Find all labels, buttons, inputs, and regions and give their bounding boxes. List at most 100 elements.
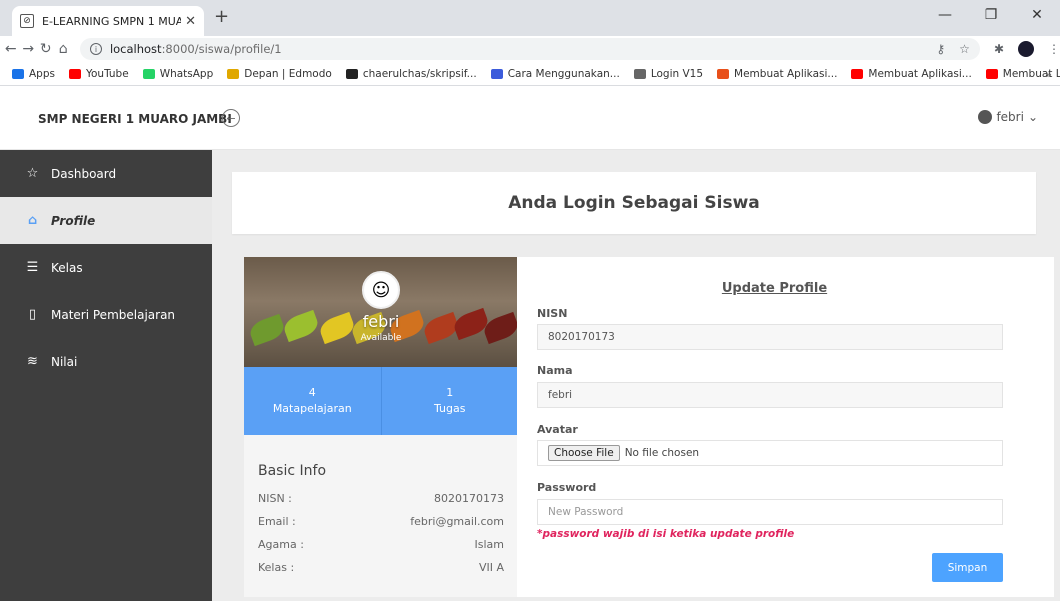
bookmark-label: Membuat Aplikasi... <box>868 67 972 80</box>
info-row-nisn: NISN : 8020170173 <box>258 487 504 510</box>
url-path: :8000/siswa/profile/1 <box>161 42 282 56</box>
bookmark-item[interactable]: chaerulchas/skripsif... <box>345 67 477 80</box>
bookmark-item[interactable]: Apps <box>12 68 55 80</box>
window-controls: — ❐ ✕ <box>922 0 1060 30</box>
sidebar-item-dashboard[interactable]: ☆ Dashboard <box>0 150 212 197</box>
basic-info-title: Basic Info <box>258 463 327 479</box>
bookmark-favicon-icon <box>12 68 24 79</box>
back-arrow-icon[interactable]: ← <box>4 41 17 57</box>
bookmark-favicon-icon <box>633 68 646 79</box>
profile-cover-image: ☺ febri Available <box>244 257 518 367</box>
info-row-email: Email : febri@gmail.com <box>258 510 504 533</box>
save-button[interactable]: Simpan <box>932 553 1003 582</box>
stat-value: 1 <box>446 385 454 399</box>
bookmark-label: Apps <box>29 67 55 80</box>
menu-kebab-icon[interactable]: ⋮ <box>1048 42 1060 56</box>
sidebar-item-profile[interactable]: ⌂ Profile <box>0 197 212 244</box>
home-icon[interactable]: ⌂ <box>56 41 69 57</box>
bookmark-favicon-icon <box>985 68 998 79</box>
browser-tab-strip: ⊘ E-LEARNING SMPN 1 MUARO JA ✕ + — ❐ ✕ <box>0 0 1060 36</box>
profile-stats: 4 Matapelajaran 1 Tugas <box>244 367 518 435</box>
sidebar-toggle-back-icon[interactable]: ← <box>222 109 240 127</box>
info-key: NISN : <box>258 492 292 505</box>
info-key: Email : <box>258 515 296 528</box>
bookmark-item[interactable]: WhatsApp <box>142 67 214 80</box>
bookmark-label: chaerulchas/skripsif... <box>362 67 477 80</box>
url-field[interactable]: i localhost:8000/siswa/profile/1 ⚷ ☆ <box>79 38 980 60</box>
sidebar-item-label: Dashboard <box>51 166 117 181</box>
forward-arrow-icon[interactable]: → <box>21 41 34 57</box>
info-row-kelas: Kelas : VII A <box>258 556 504 579</box>
brand-title: SMP NEGERI 1 MUARO JAMBI <box>38 112 232 126</box>
star-icon: ☆ <box>26 166 39 181</box>
info-key: Kelas : <box>258 561 295 574</box>
url-host: localhost <box>109 42 162 56</box>
sidebar-item-label: Materi Pembelajaran <box>51 307 176 322</box>
site-info-icon[interactable]: i <box>89 43 102 55</box>
bookmark-item[interactable]: Cara Menggunakan... <box>490 67 620 80</box>
bookmark-item[interactable]: Login V15 <box>633 68 703 80</box>
profile-name: febri <box>362 312 400 331</box>
bookmark-favicon-icon <box>490 68 503 79</box>
star-bookmark-icon[interactable]: ☆ <box>959 42 970 56</box>
bookmarks-more-icon[interactable]: » <box>1045 68 1052 81</box>
tablet-icon: ▯ <box>28 307 37 322</box>
browser-tab[interactable]: ⊘ E-LEARNING SMPN 1 MUARO JA ✕ <box>12 6 204 36</box>
bookmarks-bar: Apps YouTube WhatsApp Depan | Edmodo chaerul… <box>0 62 1060 86</box>
avatar-file-input[interactable]: Choose File No file chosen <box>537 440 1003 466</box>
bookmark-item[interactable]: Membuat Aplikasi... <box>851 67 972 80</box>
tab-close-icon[interactable]: ✕ <box>185 14 196 29</box>
restore-icon[interactable]: ❐ <box>968 0 1014 30</box>
nama-field[interactable]: febri <box>537 382 1003 408</box>
bookmark-favicon-icon <box>142 68 155 79</box>
tab-title: E-LEARNING SMPN 1 MUARO JA <box>42 14 182 28</box>
bookmark-label: Cara Menggunakan... <box>507 67 620 80</box>
file-status: No file chosen <box>624 447 700 459</box>
password-label: Password <box>537 481 597 494</box>
avatar-label: Avatar <box>537 423 578 436</box>
info-key: Agama : <box>258 538 304 551</box>
layers-icon: ≋ <box>27 354 38 369</box>
stat-tugas: 1 Tugas <box>380 367 519 435</box>
bookmark-favicon-icon <box>851 68 864 79</box>
password-field[interactable]: New Password <box>537 499 1003 525</box>
minimize-icon[interactable]: — <box>922 0 968 30</box>
bookmark-label: Membuat Aplikasi... <box>734 67 838 80</box>
bookmark-label: Depan | Edmodo <box>244 67 332 80</box>
bookmark-favicon-icon <box>68 68 81 79</box>
sidebar-item-kelas[interactable]: ☰ Kelas <box>0 244 212 291</box>
reload-icon[interactable]: ↻ <box>39 41 52 57</box>
nama-label: Nama <box>537 364 573 377</box>
bookmark-item[interactable]: Membuat Aplikasi... <box>717 68 837 80</box>
key-icon[interactable]: ⚷ <box>936 42 945 56</box>
new-tab-icon[interactable]: + <box>214 6 229 27</box>
home-icon: ⌂ <box>27 213 38 228</box>
sidebar-item-nilai[interactable]: ≋ Nilai <box>0 338 212 385</box>
choose-file-button[interactable]: Choose File <box>548 445 620 461</box>
bookmark-favicon-icon <box>717 68 730 79</box>
bookmark-label: YouTube <box>85 67 129 80</box>
profile-avatar-icon[interactable] <box>1018 41 1034 57</box>
user-menu[interactable]: febri ⌄ <box>978 110 1038 124</box>
info-row-agama: Agama : Islam <box>258 533 504 556</box>
bookmark-favicon-icon <box>227 68 240 79</box>
form-title: Update Profile <box>721 281 828 296</box>
extensions-icon[interactable]: ✱ <box>994 42 1004 56</box>
update-profile-form: Update Profile NISN 8020170173 Nama febr… <box>517 257 1054 597</box>
bookmark-item[interactable]: Depan | Edmodo <box>227 68 332 80</box>
nisn-label: NISN <box>537 307 568 320</box>
list-icon: ☰ <box>26 260 39 275</box>
bookmark-label: WhatsApp <box>159 67 214 80</box>
sidebar-item-label: Nilai <box>51 354 78 369</box>
stat-matapelajaran: 4 Matapelajaran <box>244 367 381 435</box>
app-header: SMP NEGERI 1 MUARO JAMBI ← febri ⌄ <box>0 86 1060 150</box>
stat-value: 4 <box>308 385 316 399</box>
bookmark-item[interactable]: YouTube <box>68 67 129 80</box>
profile-status: Available <box>360 333 402 343</box>
sidebar-item-label: Kelas <box>51 260 83 275</box>
sidebar-item-materi[interactable]: ▯ Materi Pembelajaran <box>0 291 212 338</box>
close-window-icon[interactable]: ✕ <box>1014 0 1060 30</box>
nisn-field[interactable]: 8020170173 <box>537 324 1003 350</box>
sidebar: ☆ Dashboard ⌂ Profile ☰ Kelas ▯ Materi P… <box>0 150 212 601</box>
info-value: febri@gmail.com <box>410 515 504 528</box>
